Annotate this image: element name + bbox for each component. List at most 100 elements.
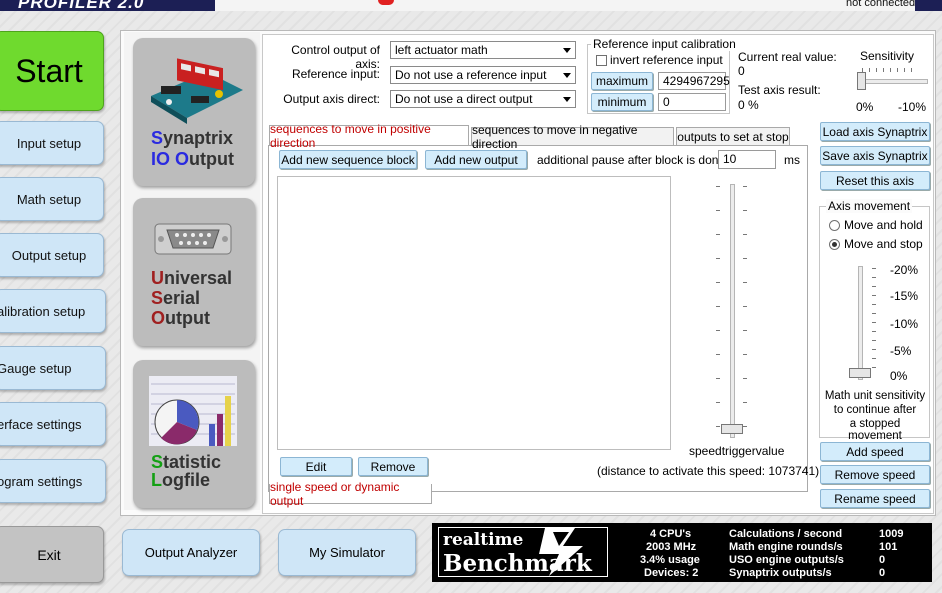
app-logo: PROFILER 2.0 [18,0,145,12]
start-label: Start [15,52,83,89]
button-label: Add speed [846,444,904,459]
tab-outputs-at-stop[interactable]: outputs to set at stop [676,127,790,145]
speed-trigger-label: speedtriggervalue [689,444,785,458]
rename-speed-button[interactable]: Rename speed [820,489,930,508]
cpu-count: 4 CPU's [650,528,692,540]
axis-movement-title: Axis movement [826,199,913,213]
add-speed-button[interactable]: Add speed [820,442,930,461]
tab-single-speed[interactable]: single speed or dynamic output [269,480,432,508]
invert-reference-checkbox[interactable] [596,55,607,66]
button-label: Add new sequence block [281,152,415,167]
save-axis-button[interactable]: Save axis Synaptrix [820,146,930,165]
current-value: 0 [738,64,745,78]
module-title: Synaptrix [151,128,234,148]
add-output-button[interactable]: Add new output [425,150,527,169]
tab-positive-direction[interactable]: sequences to move in positive direction [269,122,469,150]
calibration-maximum-button[interactable]: maximum [591,72,653,90]
nav-label: erface settings [0,416,82,432]
sequence-list[interactable] [277,176,671,450]
scale-label: 0% [890,369,908,383]
chevron-down-icon [563,72,571,78]
edit-button[interactable]: Edit [280,457,352,476]
calibration-minimum-field[interactable]: 0 [658,93,726,111]
circuit-board-icon [151,58,243,124]
nav-output-setup[interactable]: Output setup [0,233,104,277]
speed-trigger-ticks-right [743,186,747,432]
button-label: Reset this axis [835,173,915,188]
nav-label: Gauge setup [0,360,72,376]
nav-input-setup[interactable]: Input setup [0,121,104,165]
move-hold-label: Move and hold [844,218,923,232]
nav-label: Output setup [11,247,87,263]
nav-gauge-setup[interactable]: Gauge setup [0,346,106,390]
lightning-icon [539,528,583,576]
calibration-minimum-button[interactable]: minimum [591,93,653,111]
stat-value: 0 [879,567,886,579]
reference-input-select[interactable]: Do not use a reference input [390,66,576,84]
move-hold-radio[interactable] [829,220,840,231]
my-simulator-button[interactable]: My Simulator [278,529,416,576]
sensitivity-slider-thumb[interactable] [857,72,866,90]
benchmark-logo: realtime Benchmark [438,527,608,577]
module-subtitle: Serial [151,288,201,308]
module-subtitle: Logfile [151,470,210,490]
test-axis-label: Test axis result: [738,83,821,97]
math-sensitivity-thumb[interactable] [849,368,871,378]
control-output-select[interactable]: left actuator math [390,41,576,59]
load-axis-button[interactable]: Load axis Synaptrix [820,122,930,141]
button-label: Save axis Synaptrix [822,148,928,163]
benchmark-panel: realtime Benchmark 4 CPU's 2003 MHz 3.4%… [432,523,932,582]
device-count: Devices: 2 [644,567,699,579]
tab-label: outputs to set at stop [677,129,789,144]
speed-trigger-thumb[interactable] [721,424,743,434]
move-stop-radio[interactable] [829,239,840,250]
sensitivity-slider-track[interactable] [860,79,928,84]
select-value: Do not use a reference input [395,68,547,82]
add-sequence-block-button[interactable]: Add new sequence block [279,150,417,169]
remove-button[interactable]: Remove [358,457,428,476]
nav-label: Math setup [16,191,82,207]
math-sensitivity-track[interactable] [858,266,863,380]
nav-interface-settings[interactable]: erface settings [0,402,106,446]
button-label: maximum [595,74,648,88]
exit-button[interactable]: Exit [0,526,104,583]
scale-label: -10% [890,317,919,331]
stat-value: 101 [879,541,898,553]
sensitivity-max-label: -10% [898,100,927,114]
output-analyzer-button[interactable]: Output Analyzer [122,529,260,576]
nav-calibration-setup[interactable]: alibration setup [0,289,106,333]
nav-math-setup[interactable]: Math setup [0,177,104,221]
tab-label: sequences to move in negative direction [472,122,638,151]
reference-input-label: Reference input: [291,67,380,81]
pause-field[interactable]: 10 [718,150,776,169]
module-universal-serial-output[interactable]: Universal Serial Output [133,198,255,346]
math-note-1: Math unit sensitivity [824,390,926,402]
connection-status: not connected [846,0,916,9]
reset-axis-button[interactable]: Reset this axis [820,171,930,190]
sensitivity-label: Sensitivity [860,49,915,63]
output-axis-direct-select[interactable]: Do not use a direct output [390,90,576,108]
stat-label: Synaptrix outputs/s [729,567,832,579]
nav-label: alibration setup [0,303,86,319]
module-title: Universal [151,268,233,288]
scale-label: -20% [890,263,919,277]
chevron-down-icon [563,47,571,53]
nav-label: Input setup [16,135,82,151]
distance-text: (distance to activate this speed: 107374… [597,464,820,478]
speed-trigger-track[interactable] [730,184,735,438]
start-button[interactable]: Start [0,31,104,111]
button-label: Add new output [434,152,518,167]
stat-label: Math engine rounds/s [729,541,843,553]
cpu-mhz: 2003 MHz [646,541,697,553]
serial-port-icon [154,223,232,255]
output-axis-direct-label: Output axis direct: [283,92,380,106]
remove-speed-button[interactable]: Remove speed [820,465,930,484]
calibration-maximum-field[interactable]: 4294967295 [658,72,730,90]
module-synaptrix-io-output[interactable]: Synaptrix IO Output [133,38,255,186]
module-statistic-logfile[interactable]: Statistic Logfile [133,360,255,508]
current-value-label: Current real value: [738,50,837,64]
invert-reference-label: invert reference input [610,53,723,67]
nav-program-settings[interactable]: ogram settings [0,459,106,503]
tab-negative-direction[interactable]: sequences to move in negative direction [471,123,674,151]
button-label: Edit [305,459,327,474]
